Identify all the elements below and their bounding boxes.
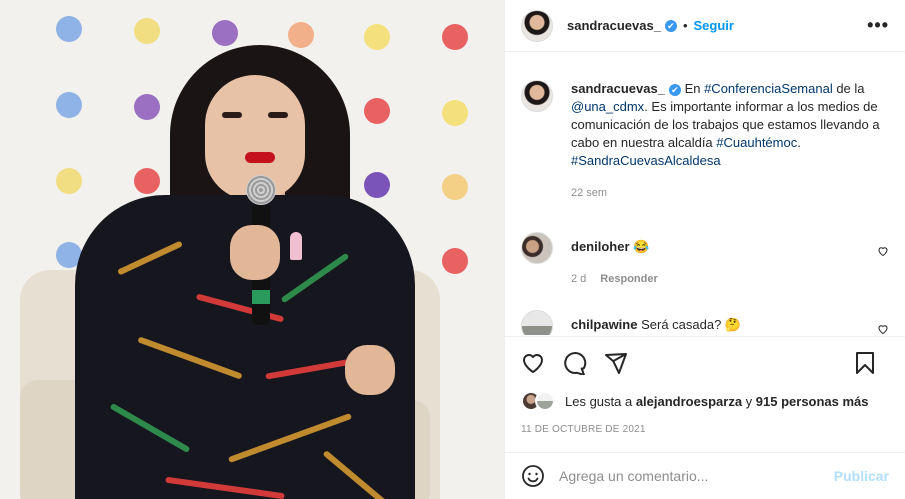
polka-dot [56, 16, 82, 42]
liker-username[interactable]: alejandroesparza [636, 394, 742, 409]
commenter-avatar[interactable] [521, 232, 553, 264]
separator: • [682, 18, 688, 33]
comment-text: Será casada? 🤔 [641, 317, 742, 332]
commenter-username[interactable]: deniloher [571, 239, 630, 254]
polka-dot [134, 94, 160, 120]
polka-dot [364, 172, 390, 198]
lips [245, 152, 275, 163]
follow-button[interactable]: Seguir [694, 18, 734, 33]
caption-segment: de la [832, 81, 865, 96]
reply-button[interactable]: Responder [600, 273, 657, 285]
polka-dot [212, 20, 238, 46]
comment-item: chilpawine Será casada? 🤔 [521, 310, 889, 335]
like-comment-heart-icon[interactable] [877, 245, 889, 260]
polka-dot [56, 92, 82, 118]
likes-summary: Les gusta a alejandroesparza y 915 perso… [521, 390, 889, 412]
polka-dot [442, 24, 468, 50]
polka-dot [134, 18, 160, 44]
likes-count[interactable]: 915 personas más [756, 394, 869, 409]
post-header: sandracuevas_ ✔ • Seguir ••• [505, 0, 905, 52]
likes-prefix: Les gusta a [565, 393, 636, 409]
polka-dot [442, 248, 468, 274]
post-image[interactable] [0, 0, 504, 499]
caption-text: sandracuevas_ ✔ En #ConferenciaSemanal de… [571, 80, 889, 170]
heart-icon[interactable] [521, 351, 545, 375]
polka-dot [442, 100, 468, 126]
comment-age[interactable]: 2 d [571, 273, 586, 285]
liker-avatars [521, 390, 561, 412]
emoji-icon[interactable] [521, 464, 545, 488]
commenter-avatar[interactable] [521, 310, 553, 335]
author-avatar[interactable] [521, 80, 553, 112]
pink-ribbon [290, 232, 302, 260]
like-comment-heart-icon[interactable] [877, 323, 889, 335]
caption-segment: En [680, 81, 705, 96]
author-avatar[interactable] [521, 9, 553, 42]
polka-dot [364, 24, 390, 50]
post-panel: sandracuevas_ ✔ • Seguir ••• sandracueva… [504, 0, 905, 499]
post-date[interactable]: 11 DE OCTUBRE DE 2021 [521, 424, 646, 435]
eye [268, 112, 288, 118]
polka-dot [134, 168, 160, 194]
polka-dot [364, 98, 390, 124]
hand [345, 345, 395, 395]
eye [222, 112, 242, 118]
comment-text: 😂 [633, 239, 650, 254]
verified-badge-icon: ✔ [668, 83, 681, 96]
caption: sandracuevas_ ✔ En #ConferenciaSemanal de… [521, 53, 889, 202]
more-options-icon[interactable]: ••• [867, 15, 889, 36]
action-bar [505, 336, 905, 382]
caption-age[interactable]: 22 sem [571, 184, 889, 202]
comment-input[interactable] [559, 468, 834, 484]
comment-icon[interactable] [563, 351, 587, 376]
polka-dot [442, 174, 468, 200]
polka-dot [56, 168, 82, 194]
comment-item: deniloher 😂 2 d Responder [521, 232, 889, 288]
polka-dot [288, 22, 314, 48]
likes-conjunction: y [742, 393, 756, 409]
comments-list[interactable]: sandracuevas_ ✔ En #ConferenciaSemanal de… [505, 53, 905, 335]
mention-link[interactable]: @una_cdmx [571, 99, 644, 114]
hashtag-link[interactable]: #SandraCuevasAlcaldesa [571, 153, 721, 168]
hashtag-link[interactable]: #ConferenciaSemanal [704, 81, 833, 96]
caption-author[interactable]: sandracuevas_ [571, 81, 665, 96]
publish-button[interactable]: Publicar [834, 468, 889, 484]
likes-text: Les gusta a alejandroesparza y 915 perso… [565, 394, 869, 409]
comment-composer: Publicar [505, 452, 905, 499]
bookmark-icon[interactable] [853, 351, 877, 375]
hashtag-link[interactable]: #Cuauhtémoc [716, 135, 797, 150]
caption-segment: . [797, 135, 801, 150]
verified-badge-icon: ✔ [664, 19, 677, 32]
share-icon[interactable] [604, 351, 628, 375]
commenter-username[interactable]: chilpawine [571, 317, 637, 332]
hand [230, 225, 280, 280]
author-username[interactable]: sandracuevas_ [567, 18, 661, 33]
